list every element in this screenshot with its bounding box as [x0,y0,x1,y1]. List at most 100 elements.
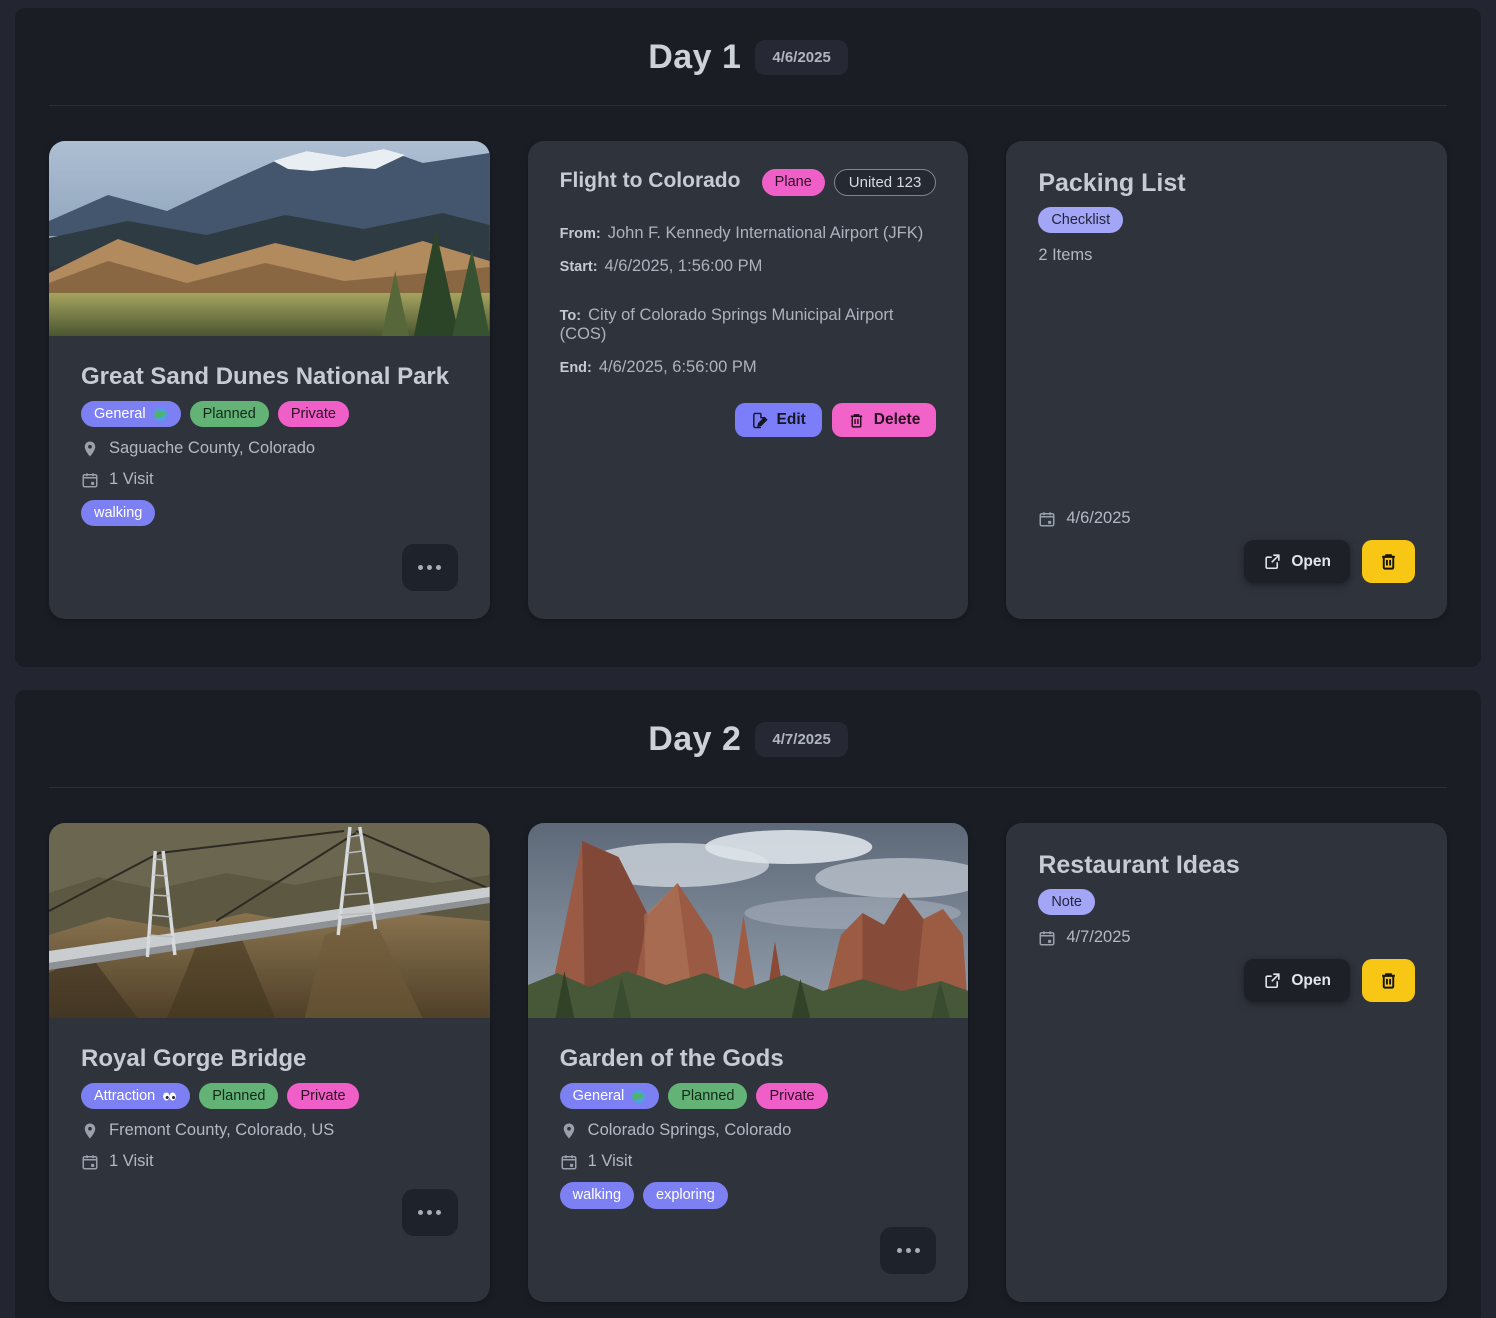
location-text: Colorado Springs, Colorado [588,1121,792,1140]
from-row: From: John F. Kennedy International Airpo… [560,224,937,243]
external-link-icon [1263,971,1282,990]
delete-note-button[interactable] [1362,959,1415,1002]
to-value: City of Colorado Springs Municipal Airpo… [560,306,894,343]
tag-attraction: Attraction [81,1083,190,1109]
ellipsis-icon [418,1210,423,1215]
trash-icon [1379,551,1398,572]
note-card-title: Restaurant Ideas [1038,851,1415,880]
checklist-actions: Open [1038,540,1415,583]
more-row [81,1189,458,1236]
visits-row: 1 Visit [560,1152,937,1171]
globe-icon [631,1089,646,1104]
tag-general: General [81,401,181,427]
from-label: From: [560,226,601,242]
edit-icon [751,412,768,429]
place-card-tags: General Planned Private [81,401,458,427]
calendar-icon [1038,929,1056,947]
trash-icon [848,412,865,429]
end-value: 4/6/2025, 6:56:00 PM [599,358,757,376]
from-value: John F. Kennedy International Airport (J… [608,224,924,242]
day-2-cards-row: Royal Gorge Bridge Attraction Planned Pr… [49,823,1447,1301]
day-title: Day 1 [648,38,741,77]
globe-icon [153,407,168,422]
more-options-button[interactable] [880,1227,936,1274]
location-text: Fremont County, Colorado, US [109,1121,334,1140]
flight-card-title: Flight to Colorado [560,169,741,193]
visits-row: 1 Visit [81,470,458,489]
note-date-row: 4/7/2025 [1038,928,1415,947]
to-label: To: [560,308,581,324]
more-row [81,544,458,591]
activity-tag: exploring [643,1182,728,1208]
flight-card: Flight to Colorado Plane United 123 From… [528,141,969,619]
day-divider [49,105,1447,106]
checklist-date-row: 4/6/2025 [1038,509,1415,528]
flight-actions: Edit Delete [560,403,937,437]
activity-tags-row: walking exploring [560,1182,937,1208]
tag-checklist: Checklist [1038,207,1123,233]
edit-button[interactable]: Edit [735,403,822,437]
activity-tag: walking [560,1182,634,1208]
more-row [560,1227,937,1274]
note-card: Restaurant Ideas Note 4/7/2025 Open [1006,823,1447,1301]
activity-tag: walking [81,500,155,526]
place-card-title: Royal Gorge Bridge [81,1044,458,1074]
place-card-tags: Attraction Planned Private [81,1083,458,1109]
tag-planned: Planned [199,1083,278,1109]
open-button[interactable]: Open [1244,540,1350,583]
visits-text: 1 Visit [109,470,154,489]
place-card-body: Garden of the Gods General Planned Priva… [528,1018,969,1301]
checklist-card-body: Packing List Checklist 2 Items 4/6/2025 … [1006,141,1447,619]
sand-dunes-photo [49,141,490,336]
note-card-body: Restaurant Ideas Note 4/7/2025 Open [1006,823,1447,1301]
ellipsis-icon [897,1248,902,1253]
day-date-badge: 4/7/2025 [755,722,847,757]
end-label: End: [560,360,592,376]
calendar-icon [560,1153,578,1171]
delete-button[interactable]: Delete [832,403,937,437]
calendar-icon [81,1153,99,1171]
flight-number-badge: United 123 [834,169,937,196]
flight-card-body: Flight to Colorado Plane United 123 From… [528,141,969,619]
tag-private: Private [278,401,349,427]
place-card-tags: General Planned Private [560,1083,937,1109]
location-pin-icon [81,1122,99,1140]
trash-icon [1379,970,1398,991]
location-row: Saguache County, Colorado [81,439,458,458]
day-1-cards-row: Great Sand Dunes National Park General P… [49,141,1447,619]
open-button-label: Open [1291,553,1331,571]
flight-badges: Plane United 123 [762,169,937,196]
day-date-badge: 4/6/2025 [755,40,847,75]
activity-tags-row: walking [81,500,458,526]
calendar-icon [81,471,99,489]
location-text: Saguache County, Colorado [109,439,315,458]
note-actions: Open [1038,959,1415,1002]
checklist-card-title: Packing List [1038,169,1415,198]
start-value: 4/6/2025, 1:56:00 PM [605,257,763,275]
more-options-button[interactable] [402,544,458,591]
location-pin-icon [81,440,99,458]
calendar-icon [1038,510,1056,528]
delete-checklist-button[interactable] [1362,540,1415,583]
day-section-1: Day 1 4/6/2025 Gre [15,8,1481,667]
start-row: Start:4/6/2025, 1:56:00 PM [560,257,937,276]
flight-card-header: Flight to Colorado Plane United 123 [560,169,937,196]
location-row: Fremont County, Colorado, US [81,1121,458,1140]
eyes-icon [162,1089,177,1104]
place-card-garden-of-the-gods: Garden of the Gods General Planned Priva… [528,823,969,1301]
visits-text: 1 Visit [588,1152,633,1171]
tag-label: Attraction [94,1087,155,1105]
ellipsis-icon [418,565,423,570]
visits-text: 1 Visit [109,1152,154,1171]
location-pin-icon [560,1122,578,1140]
note-date: 4/7/2025 [1066,928,1130,947]
place-card-body: Great Sand Dunes National Park General P… [49,336,490,619]
day-1-header: Day 1 4/6/2025 [49,28,1447,83]
open-button[interactable]: Open [1244,959,1350,1002]
more-options-button[interactable] [402,1189,458,1236]
place-card-title: Garden of the Gods [560,1044,937,1074]
checklist-date: 4/6/2025 [1066,509,1130,528]
visits-row: 1 Visit [81,1152,458,1171]
garden-of-the-gods-photo [528,823,969,1018]
delete-button-label: Delete [874,411,921,429]
